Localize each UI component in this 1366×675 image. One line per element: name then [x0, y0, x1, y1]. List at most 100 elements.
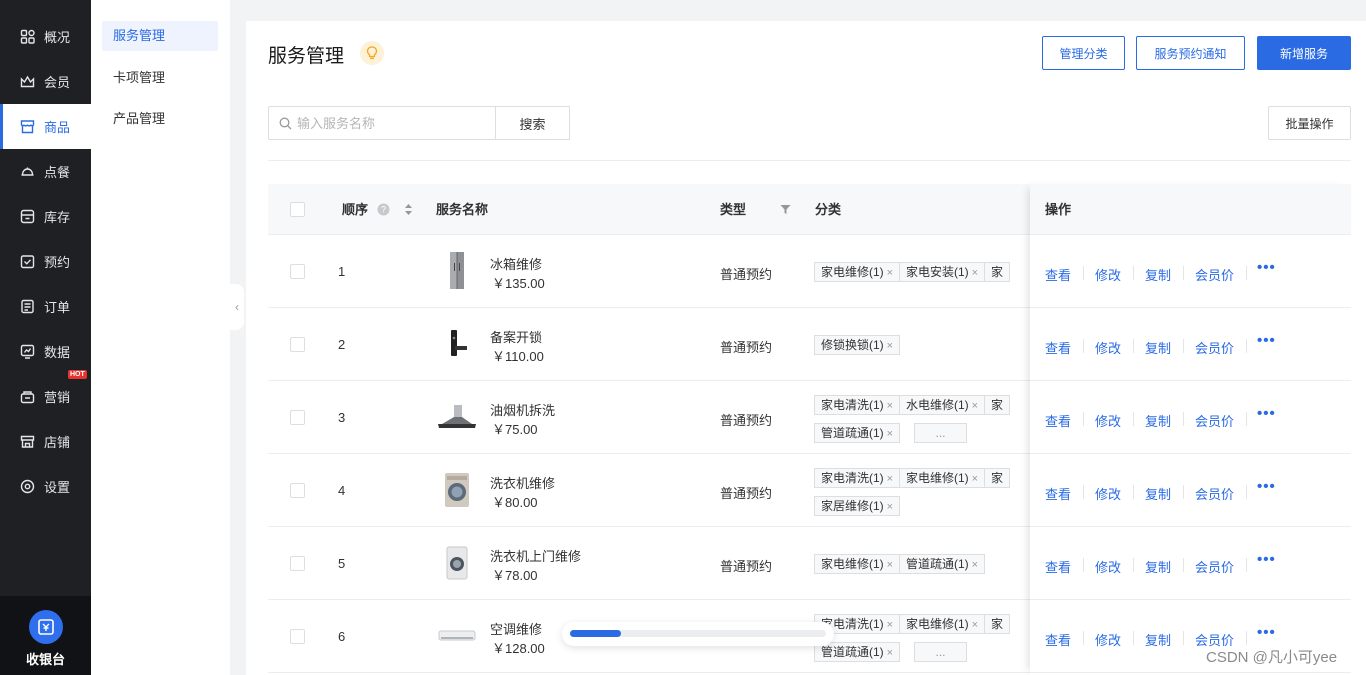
select-all-checkbox[interactable] — [290, 202, 305, 217]
service-name[interactable]: 洗衣机维修 — [490, 473, 555, 492]
nav-item-3[interactable]: 点餐 — [0, 149, 91, 194]
close-icon[interactable]: × — [972, 400, 978, 412]
nav-item-2[interactable]: 商品 — [0, 104, 91, 149]
close-icon[interactable]: × — [972, 473, 978, 485]
close-icon[interactable]: × — [887, 267, 893, 279]
search-button[interactable]: 搜索 — [495, 106, 570, 140]
filter-icon[interactable] — [780, 204, 791, 215]
help-icon[interactable]: ? — [377, 203, 390, 216]
nav-item-4[interactable]: 库存 — [0, 194, 91, 239]
close-icon[interactable]: × — [887, 647, 893, 659]
service-name[interactable]: 空调维修 — [490, 619, 542, 638]
more-actions-icon[interactable]: ••• — [1257, 332, 1276, 349]
edit-link[interactable]: 修改 — [1095, 411, 1121, 430]
search-input[interactable] — [297, 115, 487, 131]
category-tag: 家电清洗(1) × — [814, 395, 901, 415]
service-name[interactable]: 冰箱维修 — [490, 254, 542, 273]
copy-link[interactable]: 复制 — [1145, 265, 1171, 284]
nav-item-9[interactable]: 店铺 — [0, 419, 91, 464]
service-name[interactable]: 备案开锁 — [490, 327, 542, 346]
collapse-sidebar-button[interactable]: ‹ — [230, 284, 244, 330]
separator — [1246, 339, 1247, 353]
close-icon[interactable]: × — [972, 559, 978, 571]
subnav-item-card[interactable]: 卡项管理 — [102, 63, 218, 93]
edit-link[interactable]: 修改 — [1095, 338, 1121, 357]
close-icon[interactable]: × — [887, 340, 893, 352]
edit-link[interactable]: 修改 — [1095, 484, 1121, 503]
separator — [1183, 339, 1184, 353]
member-price-link[interactable]: 会员价 — [1195, 265, 1234, 284]
nav-item-6[interactable]: 订单 — [0, 284, 91, 329]
cashier-button[interactable]: 收银台 — [0, 596, 91, 675]
more-actions-icon[interactable]: ••• — [1257, 405, 1276, 422]
tag-label: 修锁换锁(1) — [821, 338, 884, 352]
more-actions-icon[interactable]: ••• — [1257, 259, 1276, 276]
edit-link[interactable]: 修改 — [1095, 265, 1121, 284]
row-checkbox[interactable] — [290, 410, 305, 425]
tag-label: 家电清洗(1) — [821, 398, 884, 412]
nav-item-label: 库存 — [44, 210, 71, 225]
nav-item-1[interactable]: 会员 — [0, 59, 91, 104]
more-actions-icon[interactable]: ••• — [1257, 624, 1276, 641]
service-name[interactable]: 油烟机拆洗 — [490, 400, 555, 419]
copy-link[interactable]: 复制 — [1145, 338, 1171, 357]
member-price-link[interactable]: 会员价 — [1195, 557, 1234, 576]
row-checkbox[interactable] — [290, 629, 305, 644]
close-icon[interactable]: × — [887, 619, 893, 631]
cashier-icon — [28, 610, 63, 644]
category-tag: 家居维修(1) × — [814, 496, 901, 516]
copy-link[interactable]: 复制 — [1145, 411, 1171, 430]
nav-item-5[interactable]: 预约 — [0, 239, 91, 284]
nav-item-10[interactable]: 设置 — [0, 464, 91, 509]
batch-operation-button[interactable]: 批量操作 — [1268, 106, 1351, 140]
nav-item-8[interactable]: 营销 HOT — [0, 370, 91, 419]
separator — [1246, 412, 1247, 426]
more-actions-icon[interactable]: ••• — [1257, 551, 1276, 568]
edit-link[interactable]: 修改 — [1095, 557, 1121, 576]
row-checkbox[interactable] — [290, 264, 305, 279]
chevron-left-icon: ‹ — [235, 300, 239, 314]
close-icon[interactable]: × — [972, 267, 978, 279]
view-link[interactable]: 查看 — [1045, 265, 1071, 284]
close-icon[interactable]: × — [887, 559, 893, 571]
edit-link[interactable]: 修改 — [1095, 630, 1121, 649]
subnav-item-product[interactable]: 产品管理 — [102, 104, 218, 134]
add-service-button[interactable]: 新增服务 — [1257, 36, 1351, 70]
close-icon[interactable]: × — [887, 473, 893, 485]
view-link[interactable]: 查看 — [1045, 630, 1071, 649]
member-price-link[interactable]: 会员价 — [1195, 338, 1234, 357]
close-icon[interactable]: × — [887, 428, 893, 440]
more-tags-button[interactable]: ... — [914, 642, 967, 662]
close-icon[interactable]: × — [972, 619, 978, 631]
view-link[interactable]: 查看 — [1045, 411, 1071, 430]
member-price-link[interactable]: 会员价 — [1195, 411, 1234, 430]
sort-icon[interactable] — [404, 203, 413, 216]
member-price-link[interactable]: 会员价 — [1195, 484, 1234, 503]
category-tag: 管道疏通(1) × — [814, 642, 901, 662]
subnav-item-service[interactable]: 服务管理 — [102, 21, 218, 51]
tag-label: 管道疏通(1) — [906, 557, 969, 571]
service-name[interactable]: 洗衣机上门维修 — [490, 546, 581, 565]
row-checkbox[interactable] — [290, 556, 305, 571]
view-link[interactable]: 查看 — [1045, 484, 1071, 503]
copy-link[interactable]: 复制 — [1145, 557, 1171, 576]
more-tags-button[interactable]: ... — [914, 423, 967, 443]
row-checkbox[interactable] — [290, 337, 305, 352]
separator — [1183, 485, 1184, 499]
close-icon[interactable]: × — [887, 501, 893, 513]
search-icon — [279, 117, 292, 129]
manage-category-button[interactable]: 管理分类 — [1042, 36, 1125, 70]
nav-item-0[interactable]: 概况 — [0, 14, 91, 59]
view-link[interactable]: 查看 — [1045, 557, 1071, 576]
separator — [1133, 339, 1134, 353]
view-link[interactable]: 查看 — [1045, 338, 1071, 357]
row-checkbox[interactable] — [290, 483, 305, 498]
copy-link[interactable]: 复制 — [1145, 630, 1171, 649]
booking-notice-button[interactable]: 服务预约通知 — [1136, 36, 1245, 70]
nav-item-7[interactable]: 数据 — [0, 329, 91, 374]
lightbulb-icon[interactable] — [360, 41, 384, 65]
copy-link[interactable]: 复制 — [1145, 484, 1171, 503]
more-actions-icon[interactable]: ••• — [1257, 478, 1276, 495]
close-icon[interactable]: × — [887, 400, 893, 412]
separator — [1246, 266, 1247, 280]
